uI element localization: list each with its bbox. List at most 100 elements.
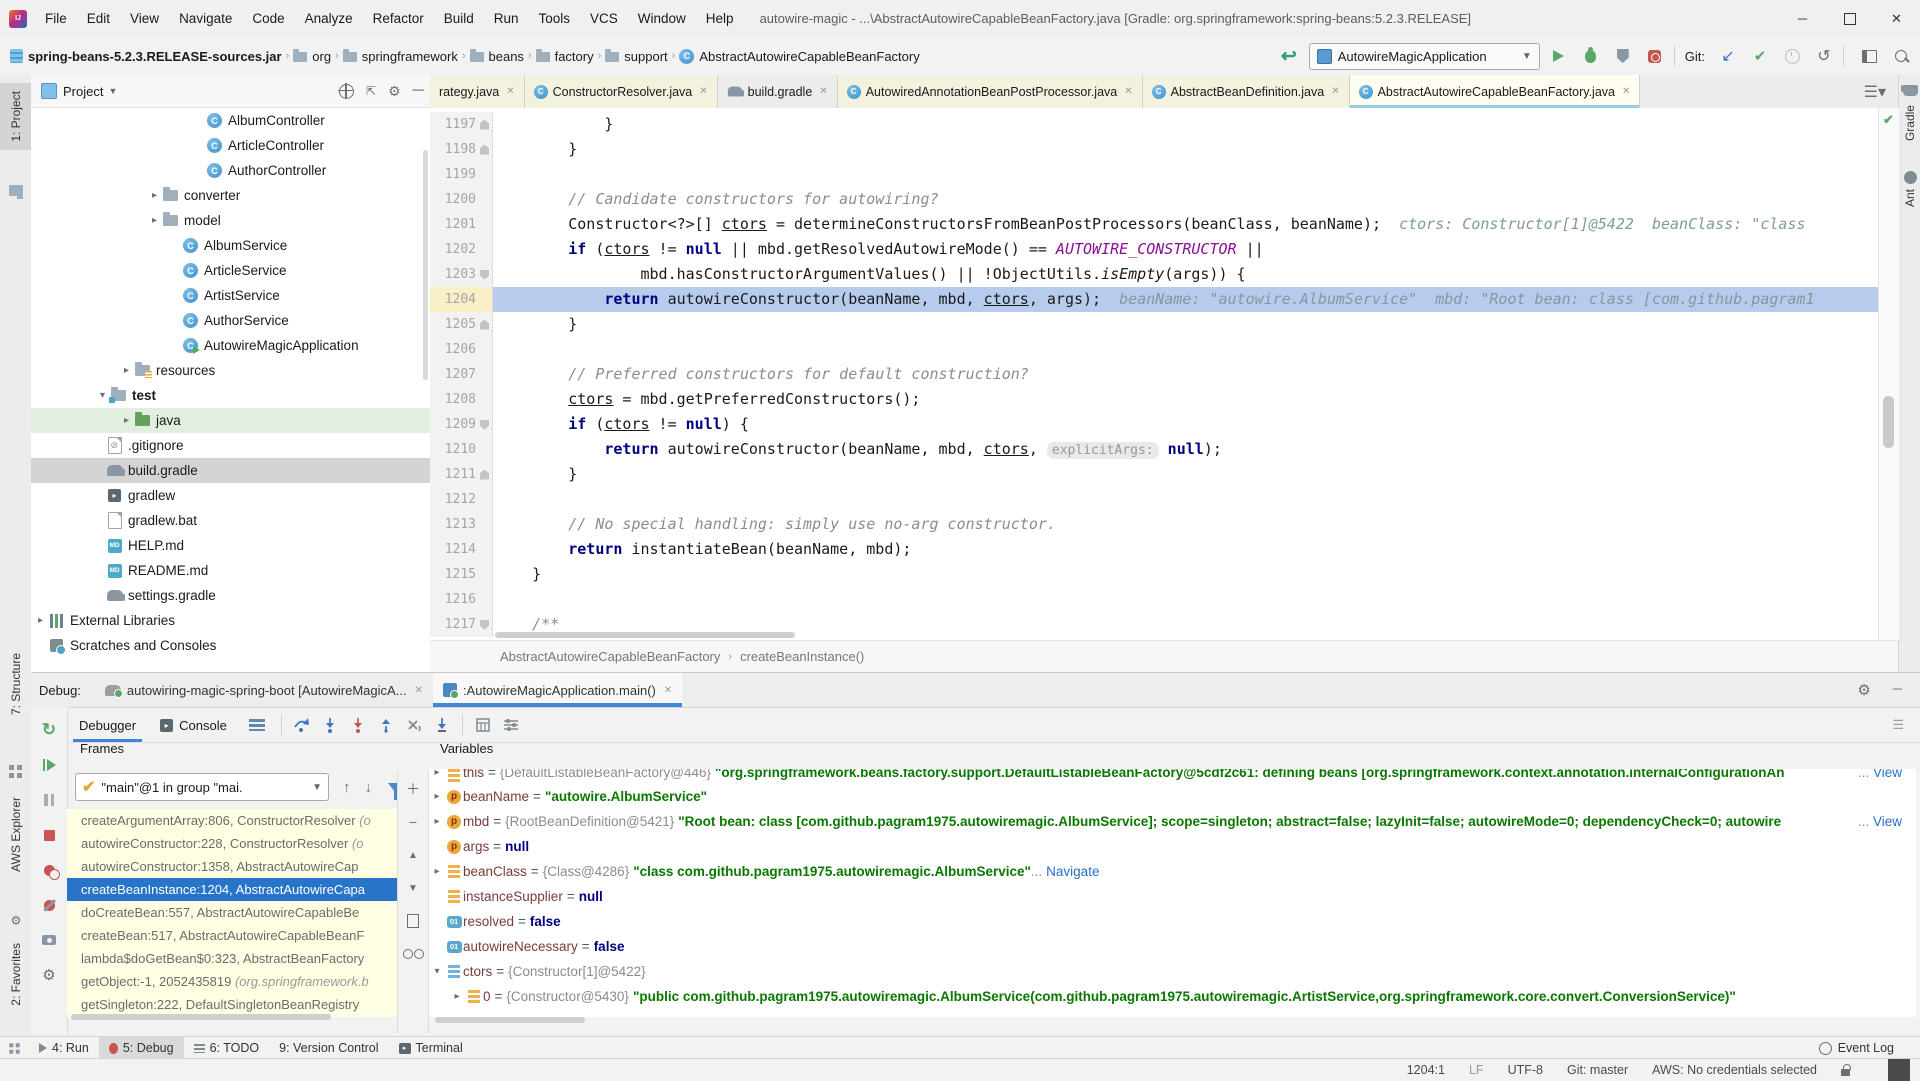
tree-item-authorcontroller[interactable]: CAuthorController: [31, 158, 430, 183]
chevron-down-icon[interactable]: ▾: [95, 390, 110, 401]
breadcrumb-item[interactable]: springframework: [343, 49, 458, 64]
panel-layout-icon[interactable]: [1856, 43, 1882, 69]
stop-icon[interactable]: [31, 822, 67, 848]
threads-view-icon[interactable]: [249, 719, 265, 731]
tree-item-build-gradle[interactable]: build.gradle: [31, 458, 430, 483]
breadcrumb-item[interactable]: CAbstractAutowireCapableBeanFactory: [679, 49, 919, 64]
sidebar-item-aws-explorer[interactable]: AWS Explorer: [0, 797, 31, 872]
code-line-1216[interactable]: 1216: [430, 587, 1878, 612]
menu-build[interactable]: Build: [434, 11, 484, 26]
file-encoding[interactable]: UTF-8: [1508, 1063, 1543, 1077]
gutter-line-1200[interactable]: 1200: [430, 187, 493, 212]
code-line-1213[interactable]: 1213 // No special handling: simply use …: [430, 512, 1878, 537]
minimize-button[interactable]: ─: [1779, 1, 1826, 37]
back-arrow-icon[interactable]: ↩: [1281, 45, 1297, 68]
debug-session-tab-main[interactable]: :AutowireMagicApplication.main()✕: [433, 673, 682, 707]
step-over-icon[interactable]: [288, 712, 316, 738]
arrow-down-icon[interactable]: ↓: [365, 779, 373, 796]
code-line-1204[interactable]: 1204 return autowireConstructor(beanName…: [430, 287, 1878, 312]
chevron-right-icon[interactable]: ▸: [429, 809, 445, 834]
menu-tools[interactable]: Tools: [529, 11, 581, 26]
resume-icon[interactable]: [31, 752, 67, 778]
menu-file[interactable]: File: [35, 11, 77, 26]
coverage-button[interactable]: [1610, 43, 1636, 69]
link-navigate[interactable]: Navigate: [1046, 859, 1099, 884]
menu-navigate[interactable]: Navigate: [169, 11, 242, 26]
variable-row-0[interactable]: ▸0= {Constructor@5430}"public com.github…: [429, 984, 1916, 1009]
tree-item--gitignore[interactable]: .gitignore: [31, 433, 430, 458]
variables-scrollbar[interactable]: [435, 1017, 585, 1023]
history-button[interactable]: [1779, 43, 1805, 69]
maximize-button[interactable]: [1826, 1, 1873, 37]
code-line-1209[interactable]: 1209 if (ctors != null) {: [430, 412, 1878, 437]
gutter-line-1204[interactable]: 1204: [430, 287, 493, 312]
editor-horizontal-scrollbar[interactable]: [495, 632, 795, 638]
frame-row[interactable]: autowireConstructor:1358, AbstractAutowi…: [67, 855, 397, 878]
code-line-1199[interactable]: 1199: [430, 162, 1878, 187]
gutter-line-1198[interactable]: 1198: [430, 137, 493, 162]
toolwindow-button-terminal[interactable]: ▸Terminal: [389, 1037, 473, 1059]
menu-help[interactable]: Help: [696, 11, 744, 26]
move-up-icon[interactable]: ▲: [398, 843, 428, 867]
drop-frame-icon[interactable]: [400, 712, 428, 738]
pause-icon[interactable]: [31, 787, 67, 813]
sidebar-item-project[interactable]: 1: Project: [0, 83, 31, 150]
gutter-line-1205[interactable]: 1205: [430, 312, 493, 337]
gutter-line-1213[interactable]: 1213: [430, 512, 493, 537]
link-label[interactable]: View: [1873, 814, 1902, 829]
gutter-line-1206[interactable]: 1206: [430, 337, 493, 362]
tree-item-articleservice[interactable]: CArticleService: [31, 258, 430, 283]
breadcrumb-class[interactable]: AbstractAutowireCapableBeanFactory: [500, 649, 720, 664]
frame-row[interactable]: autowireConstructor:228, ConstructorReso…: [67, 832, 397, 855]
code-editor[interactable]: 1197 }1198 }11991200 // Candidate constr…: [430, 108, 1878, 644]
tab-console[interactable]: ▸ Console: [148, 708, 239, 742]
code-line-1211[interactable]: 1211 }: [430, 462, 1878, 487]
remove-icon[interactable]: −: [398, 810, 428, 834]
grid-icon[interactable]: [0, 765, 31, 778]
tree-item-settings-gradle[interactable]: settings.gradle: [31, 583, 430, 608]
tree-item-model[interactable]: ▸model: [31, 208, 430, 233]
thread-selector[interactable]: ✔ "main"@1 in group "mai. ▼: [75, 773, 329, 801]
run-to-cursor-icon[interactable]: [428, 712, 456, 738]
tab-autowiredannotationbeanpostprocessor-java[interactable]: CAutowiredAnnotationBeanPostProcessor.ja…: [838, 75, 1143, 108]
git-branch[interactable]: Git: master: [1567, 1063, 1628, 1077]
variable-row-this[interactable]: ▸this= {DefaultListableBeanFactory@446}"…: [429, 769, 1916, 784]
link-view[interactable]: ... View: [1852, 809, 1902, 834]
toolwindow-button-5-debug[interactable]: 5: Debug: [99, 1037, 184, 1059]
sidebar-item-structure[interactable]: 7: Structure: [0, 653, 31, 715]
code-line-1202[interactable]: 1202 if (ctors != null || mbd.getResolve…: [430, 237, 1878, 262]
close-button[interactable]: ✕: [1873, 1, 1920, 37]
tab-build-gradle[interactable]: build.gradle✕: [718, 75, 838, 108]
code-line-1212[interactable]: 1212: [430, 487, 1878, 512]
frame-row[interactable]: getObject:-1, 2052435819 (org.springfram…: [67, 970, 397, 993]
collapse-all-icon[interactable]: ⇱: [366, 84, 376, 98]
tree-item-converter[interactable]: ▸converter: [31, 183, 430, 208]
gear-icon[interactable]: ⚙: [1857, 681, 1870, 699]
thread-dump-icon[interactable]: [31, 927, 67, 953]
breadcrumb-method[interactable]: createBeanInstance(): [740, 649, 864, 664]
rollback-button[interactable]: ↺: [1811, 43, 1837, 69]
gutter-line-1215[interactable]: 1215: [430, 562, 493, 587]
code-line-1210[interactable]: 1210 return autowireConstructor(beanName…: [430, 437, 1878, 462]
chevron-right-icon[interactable]: ▸: [429, 859, 445, 884]
code-line-1203[interactable]: 1203 mbd.hasConstructorArgumentValues() …: [430, 262, 1878, 287]
gutter-line-1211[interactable]: 1211: [430, 462, 493, 487]
breadcrumb-item[interactable]: org: [293, 49, 331, 64]
gutter-line-1212[interactable]: 1212: [430, 487, 493, 512]
tree-item-help-md[interactable]: MDHELP.md: [31, 533, 430, 558]
tab-rategy-java[interactable]: rategy.java✕: [430, 75, 525, 108]
chevron-right-icon[interactable]: ▸: [33, 615, 48, 626]
variable-row-mbd[interactable]: ▸pmbd= {RootBeanDefinition@5421}"Root be…: [429, 809, 1916, 834]
menu-view[interactable]: View: [120, 11, 169, 26]
menu-vcs[interactable]: VCS: [580, 11, 628, 26]
step-into-icon[interactable]: [316, 712, 344, 738]
chevron-right-icon[interactable]: ▸: [147, 190, 162, 201]
code-line-1198[interactable]: 1198 }: [430, 137, 1878, 162]
tree-item-resources[interactable]: ▸resources: [31, 358, 430, 383]
menu-run[interactable]: Run: [484, 11, 529, 26]
move-down-icon[interactable]: ▼: [398, 876, 428, 900]
chevron-right-icon[interactable]: ▸: [429, 784, 445, 809]
tree-item-albumcontroller[interactable]: CAlbumController: [31, 108, 430, 133]
view-breakpoints-icon[interactable]: [31, 857, 67, 883]
breadcrumb-item[interactable]: factory: [536, 49, 594, 64]
